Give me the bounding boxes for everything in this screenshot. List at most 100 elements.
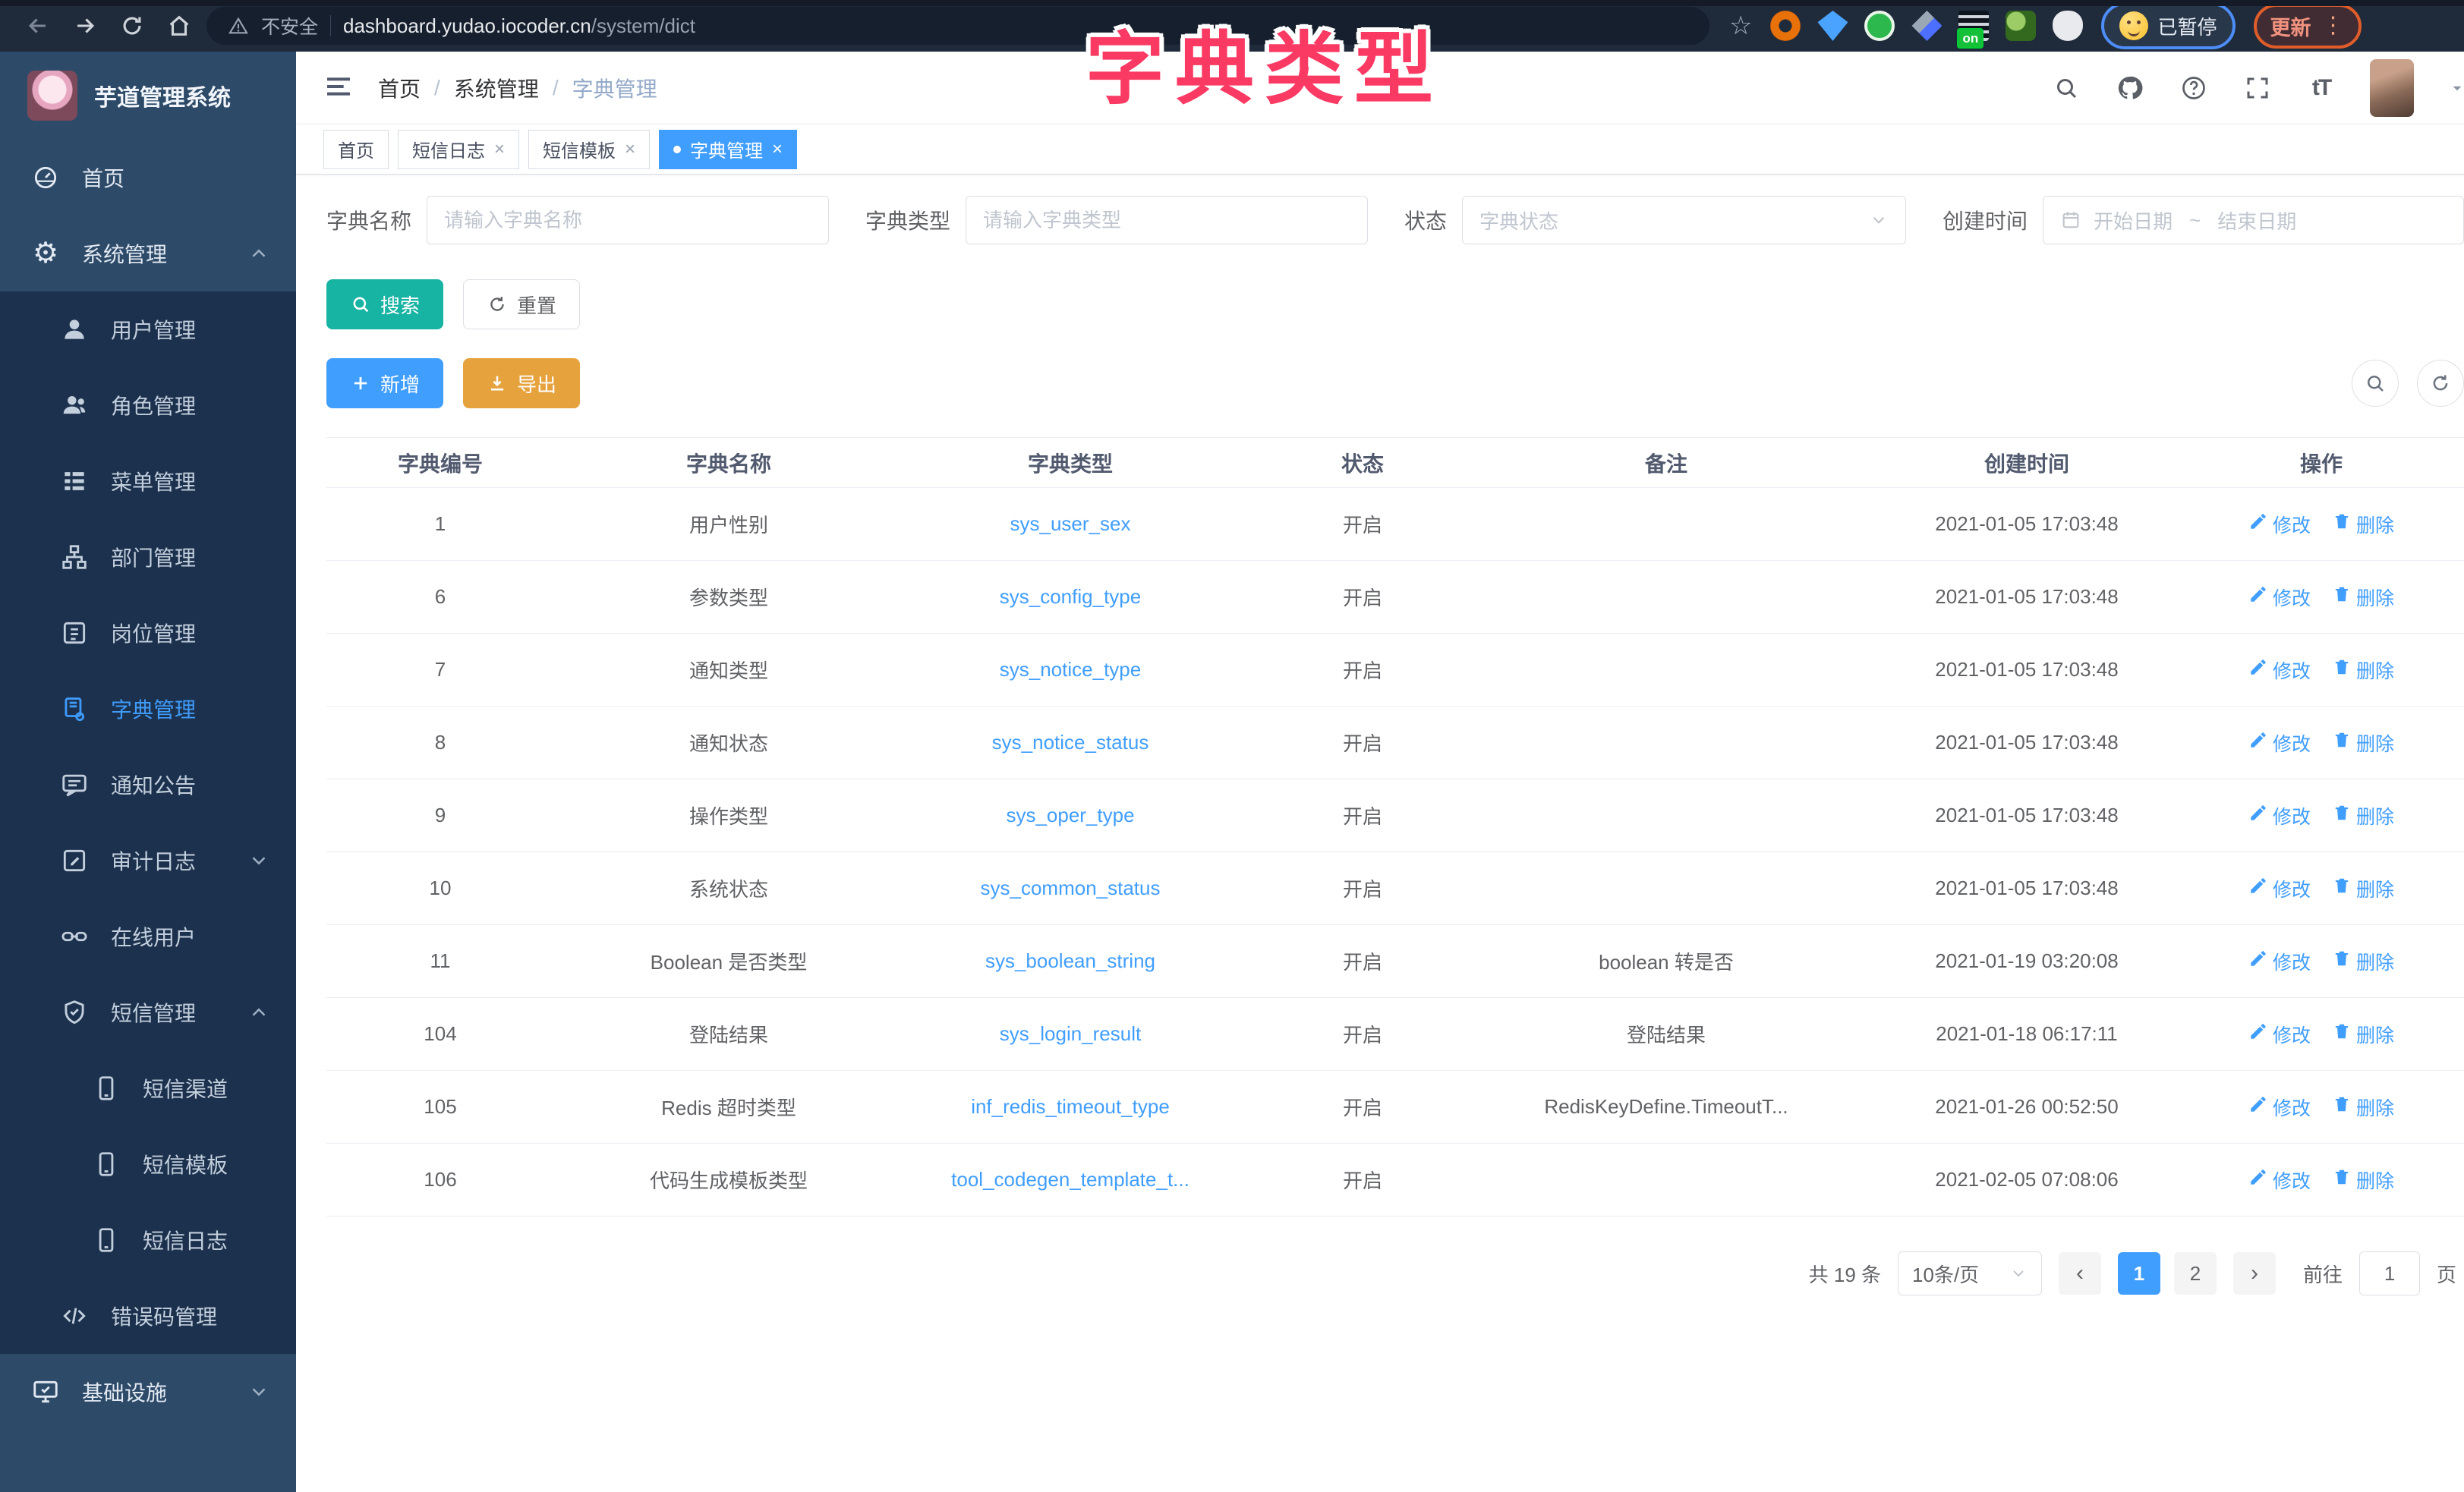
sidebar-item-user-management[interactable]: 用户管理 <box>0 291 296 367</box>
close-icon[interactable]: × <box>772 139 783 160</box>
dict-type-input[interactable] <box>983 209 1350 232</box>
hamburger-icon[interactable] <box>323 71 357 105</box>
delete-button[interactable]: 删除 <box>2332 802 2394 829</box>
sidebar-item-online-users[interactable]: 在线用户 <box>0 899 296 974</box>
edit-button[interactable]: 修改 <box>2248 1021 2311 1048</box>
edit-button[interactable]: 修改 <box>2248 729 2311 757</box>
fullscreen-icon[interactable] <box>2242 73 2273 103</box>
delete-button[interactable]: 删除 <box>2332 1094 2394 1121</box>
browser-menu-icon[interactable]: ⋮ <box>2322 19 2345 33</box>
blue-diamond-extension-icon[interactable] <box>1911 11 1942 41</box>
delete-button[interactable]: 删除 <box>2332 875 2394 902</box>
status-select[interactable]: 字典状态 <box>1462 196 1906 244</box>
browser-reload-icon[interactable] <box>112 6 152 46</box>
chevron-down-icon[interactable] <box>2447 78 2464 98</box>
page-button-2[interactable]: 2 <box>2174 1252 2217 1295</box>
dict-type-link[interactable]: sys_common_status <box>903 877 1237 900</box>
dict-name-cell: 用户性别 <box>554 510 903 538</box>
dict-name-input[interactable] <box>444 209 811 232</box>
dict-type-link[interactable]: sys_boolean_string <box>903 949 1237 973</box>
sidebar-item-notice[interactable]: 通知公告 <box>0 747 296 823</box>
next-page-button[interactable]: › <box>2233 1252 2276 1295</box>
browser-home-icon[interactable] <box>159 6 199 46</box>
sidebar-item-system-management[interactable]: ⚙系统管理 <box>0 216 296 291</box>
browser-back-icon[interactable] <box>18 6 58 46</box>
help-icon[interactable] <box>2179 73 2209 103</box>
paused-extension-pill[interactable]: 已暂停 <box>2101 2 2235 49</box>
dict-type-link[interactable]: sys_login_result <box>903 1022 1237 1046</box>
sidebar-item-post-management[interactable]: 岗位管理 <box>0 595 296 671</box>
dict-type-link[interactable]: sys_user_sex <box>903 512 1237 536</box>
edit-button[interactable]: 修改 <box>2248 584 2311 611</box>
sidebar-item-sms-management[interactable]: 短信管理 <box>0 974 296 1050</box>
sidebar-item-infrastructure[interactable]: 基础设施 <box>0 1354 296 1430</box>
font-size-icon[interactable]: tT <box>2306 73 2336 103</box>
sidebar-item-error-code-management[interactable]: 错误码管理 <box>0 1278 296 1354</box>
delete-button[interactable]: 删除 <box>2332 584 2394 611</box>
edit-button[interactable]: 修改 <box>2248 948 2311 975</box>
edit-button[interactable]: 修改 <box>2248 656 2311 684</box>
delete-button[interactable]: 删除 <box>2332 948 2394 975</box>
green-circle-extension-icon[interactable] <box>1864 11 1895 41</box>
bookmark-star-icon[interactable]: ☆ <box>1729 11 1752 41</box>
sidebar-item-sms-log[interactable]: 短信日志 <box>0 1202 296 1278</box>
export-button[interactable]: 导出 <box>463 358 580 408</box>
sidebar-item-sms-template[interactable]: 短信模板 <box>0 1126 296 1202</box>
delete-button[interactable]: 删除 <box>2332 729 2394 757</box>
date-range-picker[interactable]: 开始日期 ~ 结束日期 <box>2043 196 2464 244</box>
dict-type-link[interactable]: sys_notice_status <box>903 731 1237 754</box>
breadcrumb-home[interactable]: 首页 <box>378 73 421 103</box>
tab-dict-management[interactable]: 字典管理× <box>659 130 797 169</box>
search-button[interactable]: 搜索 <box>326 279 443 329</box>
white-ghost-extension-icon[interactable] <box>2053 11 2083 41</box>
github-icon[interactable] <box>2115 73 2145 103</box>
app-logo-row[interactable]: 芋道管理系统 <box>0 52 296 140</box>
sidebar-item-menu-management[interactable]: 菜单管理 <box>0 443 296 519</box>
dict-type-link[interactable]: tool_codegen_template_t... <box>903 1168 1237 1191</box>
page-button-1[interactable]: 1 <box>2118 1252 2160 1295</box>
sidebar-item-sms-channel[interactable]: 短信渠道 <box>0 1050 296 1126</box>
edit-button[interactable]: 修改 <box>2248 1166 2311 1194</box>
dict-type-link[interactable]: sys_config_type <box>903 585 1237 609</box>
address-bar[interactable]: 不安全 dashboard.yudao.iocoder.cn/system/di… <box>206 7 1709 45</box>
created-time-cell: 2021-01-05 17:03:48 <box>1845 585 2209 609</box>
browser-forward-icon[interactable] <box>65 6 105 46</box>
edit-button[interactable]: 修改 <box>2248 511 2311 538</box>
sidebar-item-dept-management[interactable]: 部门管理 <box>0 519 296 595</box>
edit-button[interactable]: 修改 <box>2248 802 2311 829</box>
page-size-select[interactable]: 10条/页 <box>1898 1251 2042 1295</box>
close-icon[interactable]: × <box>494 139 505 160</box>
dict-type-link[interactable]: sys_oper_type <box>903 804 1237 827</box>
list-lines-extension-icon[interactable]: on <box>1958 11 1989 41</box>
created-time-cell: 2021-01-19 03:20:08 <box>1845 949 2209 973</box>
blue-gem-extension-icon[interactable] <box>1817 11 1848 41</box>
reset-button[interactable]: 重置 <box>463 279 580 329</box>
add-button[interactable]: 新增 <box>326 358 443 408</box>
sidebar-item-home[interactable]: 首页 <box>0 140 296 216</box>
edit-button[interactable]: 修改 <box>2248 875 2311 902</box>
delete-button[interactable]: 删除 <box>2332 511 2394 538</box>
tab-home[interactable]: 首页 <box>323 130 389 169</box>
dict-type-link[interactable]: inf_redis_timeout_type <box>903 1095 1237 1119</box>
orange-ring-extension-icon[interactable] <box>1770 11 1801 41</box>
delete-button[interactable]: 删除 <box>2332 1166 2394 1194</box>
hide-search-button[interactable] <box>2352 360 2399 407</box>
dict-type-link[interactable]: sys_notice_type <box>903 658 1237 681</box>
refresh-table-button[interactable] <box>2417 360 2464 407</box>
tab-sms-log[interactable]: 短信日志× <box>398 130 519 169</box>
sidebar-item-dict-management[interactable]: 字典管理 <box>0 671 296 747</box>
goto-page-input[interactable] <box>2359 1251 2420 1295</box>
sidebar-item-role-management[interactable]: 角色管理 <box>0 367 296 443</box>
delete-button[interactable]: 删除 <box>2332 656 2394 684</box>
sidebar-item-audit-log[interactable]: 审计日志 <box>0 823 296 899</box>
browser-update-button[interactable]: 更新 ⋮ <box>2254 4 2362 49</box>
close-icon[interactable]: × <box>625 139 635 160</box>
breadcrumb-system[interactable]: 系统管理 <box>454 73 539 103</box>
green-sprout-extension-icon[interactable] <box>2006 11 2036 41</box>
user-avatar[interactable] <box>2370 59 2414 117</box>
search-icon[interactable] <box>2051 73 2081 103</box>
tab-sms-template[interactable]: 短信模板× <box>528 130 650 169</box>
edit-button[interactable]: 修改 <box>2248 1094 2311 1121</box>
prev-page-button[interactable]: ‹ <box>2059 1252 2101 1295</box>
delete-button[interactable]: 删除 <box>2332 1021 2394 1048</box>
